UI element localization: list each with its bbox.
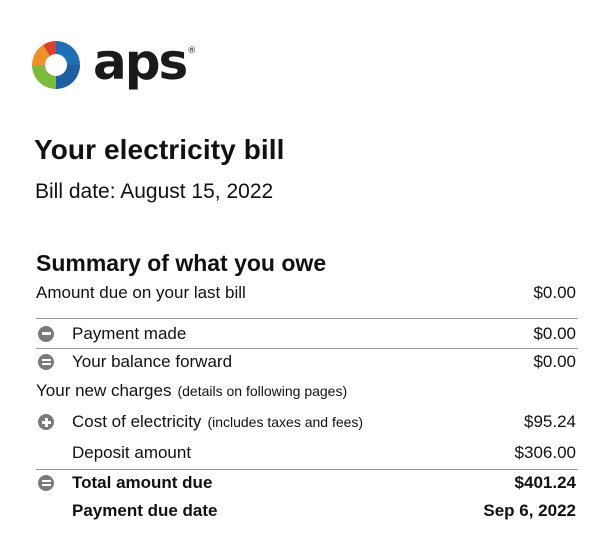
registered-mark: ®	[187, 46, 197, 56]
payment-due-date-label: Payment due date	[72, 501, 218, 520]
payment-made-label: Payment made	[72, 323, 187, 343]
summary-section: Summary of what you owe Amount due on yo…	[36, 250, 578, 526]
new-charges-label: Your new charges	[36, 381, 172, 400]
new-charges-note: (details on following pages)	[177, 383, 348, 399]
cost-of-electricity-label: Cost of electricity	[72, 412, 202, 431]
equals-circle-icon	[38, 354, 54, 370]
minus-circle-icon	[38, 325, 54, 342]
plus-circle-icon	[38, 414, 54, 430]
last-bill-row: Amount due on your last bill $0.00	[36, 283, 578, 303]
new-charges-row: Your new charges (details on following p…	[36, 375, 578, 407]
aps-logo: aps®	[29, 36, 196, 94]
summary-heading: Summary of what you owe	[36, 250, 327, 276]
payment-made-row: Payment made $0.00	[36, 319, 578, 348]
aps-wordmark: aps®	[93, 33, 197, 91]
cost-of-electricity-note: (includes taxes and fees)	[207, 414, 364, 430]
deposit-value: $306.00	[514, 443, 576, 462]
deposit-row: Deposit amount $306.00	[36, 437, 578, 469]
deposit-label: Deposit amount	[72, 443, 192, 462]
total-due-value: $401.24	[514, 473, 576, 492]
last-bill-label: Amount due on your last bill	[36, 283, 246, 302]
balance-forward-value: $0.00	[533, 352, 576, 371]
total-due-label: Total amount due	[72, 473, 213, 492]
payment-due-date-value: Sep 6, 2022	[483, 501, 576, 520]
bill-date: Bill date: August 15, 2022	[35, 180, 274, 203]
aps-logo-mark-icon	[32, 41, 80, 89]
cost-of-electricity-value: $95.24	[524, 412, 576, 431]
last-bill-value: $0.00	[533, 283, 576, 302]
balance-forward-label: Your balance forward	[72, 352, 233, 371]
equals-circle-icon	[38, 475, 54, 491]
balance-forward-row: Your balance forward $0.00	[36, 349, 578, 375]
payment-due-date-row: Payment due date Sep 6, 2022	[36, 496, 578, 526]
total-due-row: Total amount due $401.24	[36, 470, 578, 496]
payment-made-value: $0.00	[533, 323, 576, 343]
cost-of-electricity-row: Cost of electricity (includes taxes and …	[36, 407, 578, 437]
bill-title: Your electricity bill	[34, 134, 285, 165]
